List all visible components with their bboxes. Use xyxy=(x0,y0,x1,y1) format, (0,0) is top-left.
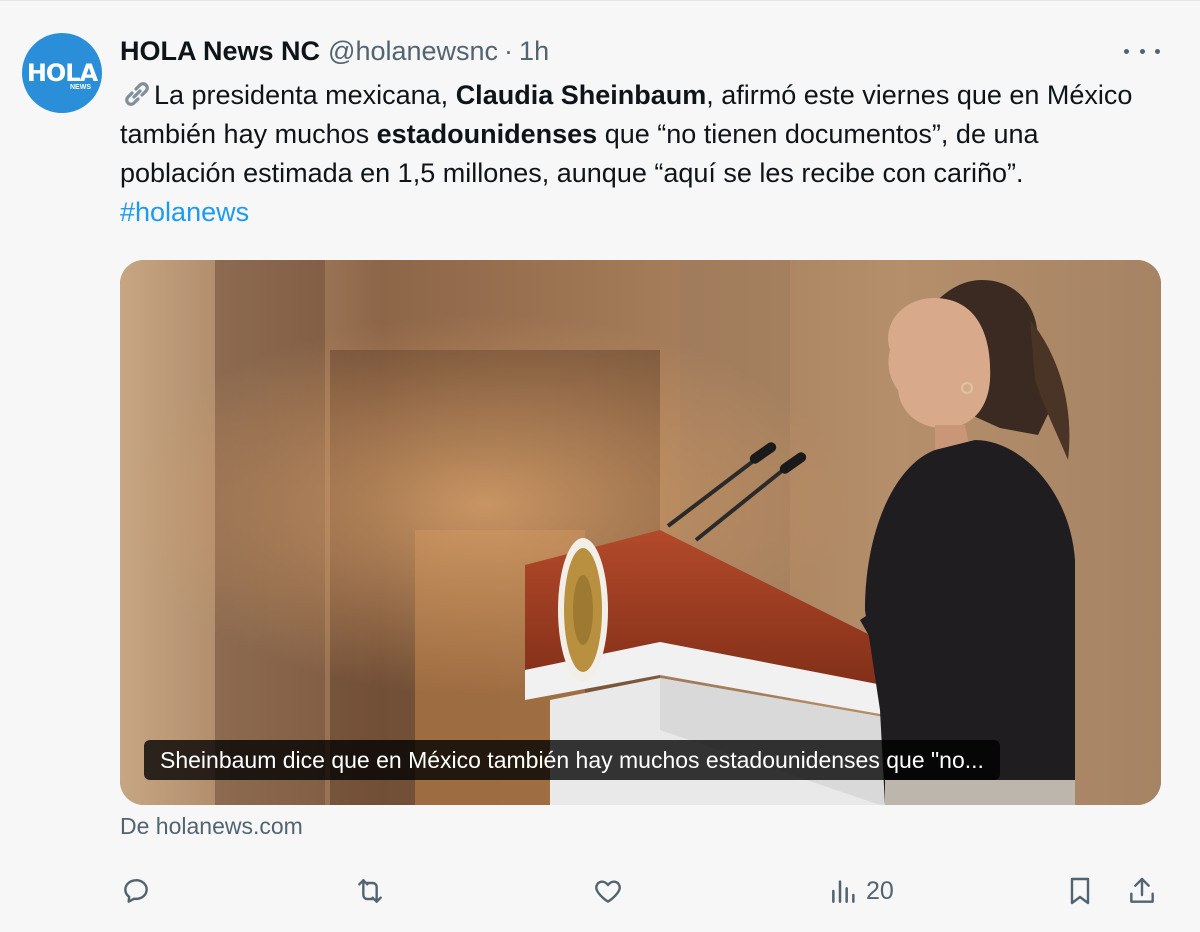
avatar-logo-subtext: NEWS xyxy=(70,84,91,91)
retweet-button[interactable] xyxy=(354,871,386,911)
reply-button[interactable] xyxy=(120,871,152,911)
card-image xyxy=(120,260,1161,805)
avatar-logo-text: HOLA xyxy=(26,59,98,87)
retweet-icon xyxy=(358,879,382,903)
timestamp[interactable]: 1h xyxy=(519,36,549,67)
bookmark-button[interactable] xyxy=(1064,871,1096,911)
bookmark-icon xyxy=(1070,877,1090,905)
like-icon xyxy=(595,880,621,903)
mention-bold: Claudia Sheinbaum xyxy=(455,80,707,110)
tweet-text-segment: La presidenta mexicana, xyxy=(154,80,456,110)
hashtag-link[interactable]: #holanews xyxy=(120,197,249,227)
card-caption: Sheinbaum dice que en México también hay… xyxy=(144,740,1000,780)
keyword-bold: estadounidenses xyxy=(376,119,598,149)
avatar[interactable]: HOLA NEWS xyxy=(22,33,102,113)
share-button[interactable] xyxy=(1126,871,1158,911)
more-options-button[interactable] xyxy=(1124,39,1160,63)
tweet[interactable]: HOLA NEWS HOLA News NC @holanewsnc · 1h … xyxy=(0,0,1200,932)
more-icon-dot xyxy=(1139,48,1145,54)
separator: · xyxy=(504,35,514,66)
link-card[interactable]: Sheinbaum dice que en México también hay… xyxy=(120,260,1161,805)
more-icon xyxy=(1124,48,1129,54)
like-button[interactable] xyxy=(592,871,624,911)
tweet-header: HOLA News NC @holanewsnc · 1h xyxy=(120,33,549,69)
views-button[interactable]: 20 xyxy=(828,871,894,911)
more-icon-dot xyxy=(1155,48,1160,54)
views-icon xyxy=(832,880,855,903)
share-icon xyxy=(1130,877,1154,903)
author-handle[interactable]: @holanewsnc xyxy=(328,36,498,67)
action-bar: 20 xyxy=(120,861,1162,921)
tweet-text: La presidenta mexicana, Claudia Sheinbau… xyxy=(120,76,1160,232)
views-count: 20 xyxy=(866,876,894,905)
reply-icon xyxy=(124,879,148,903)
link-icon xyxy=(125,82,149,106)
card-source[interactable]: De holanews.com xyxy=(120,813,303,840)
author-name[interactable]: HOLA News NC xyxy=(120,36,320,67)
